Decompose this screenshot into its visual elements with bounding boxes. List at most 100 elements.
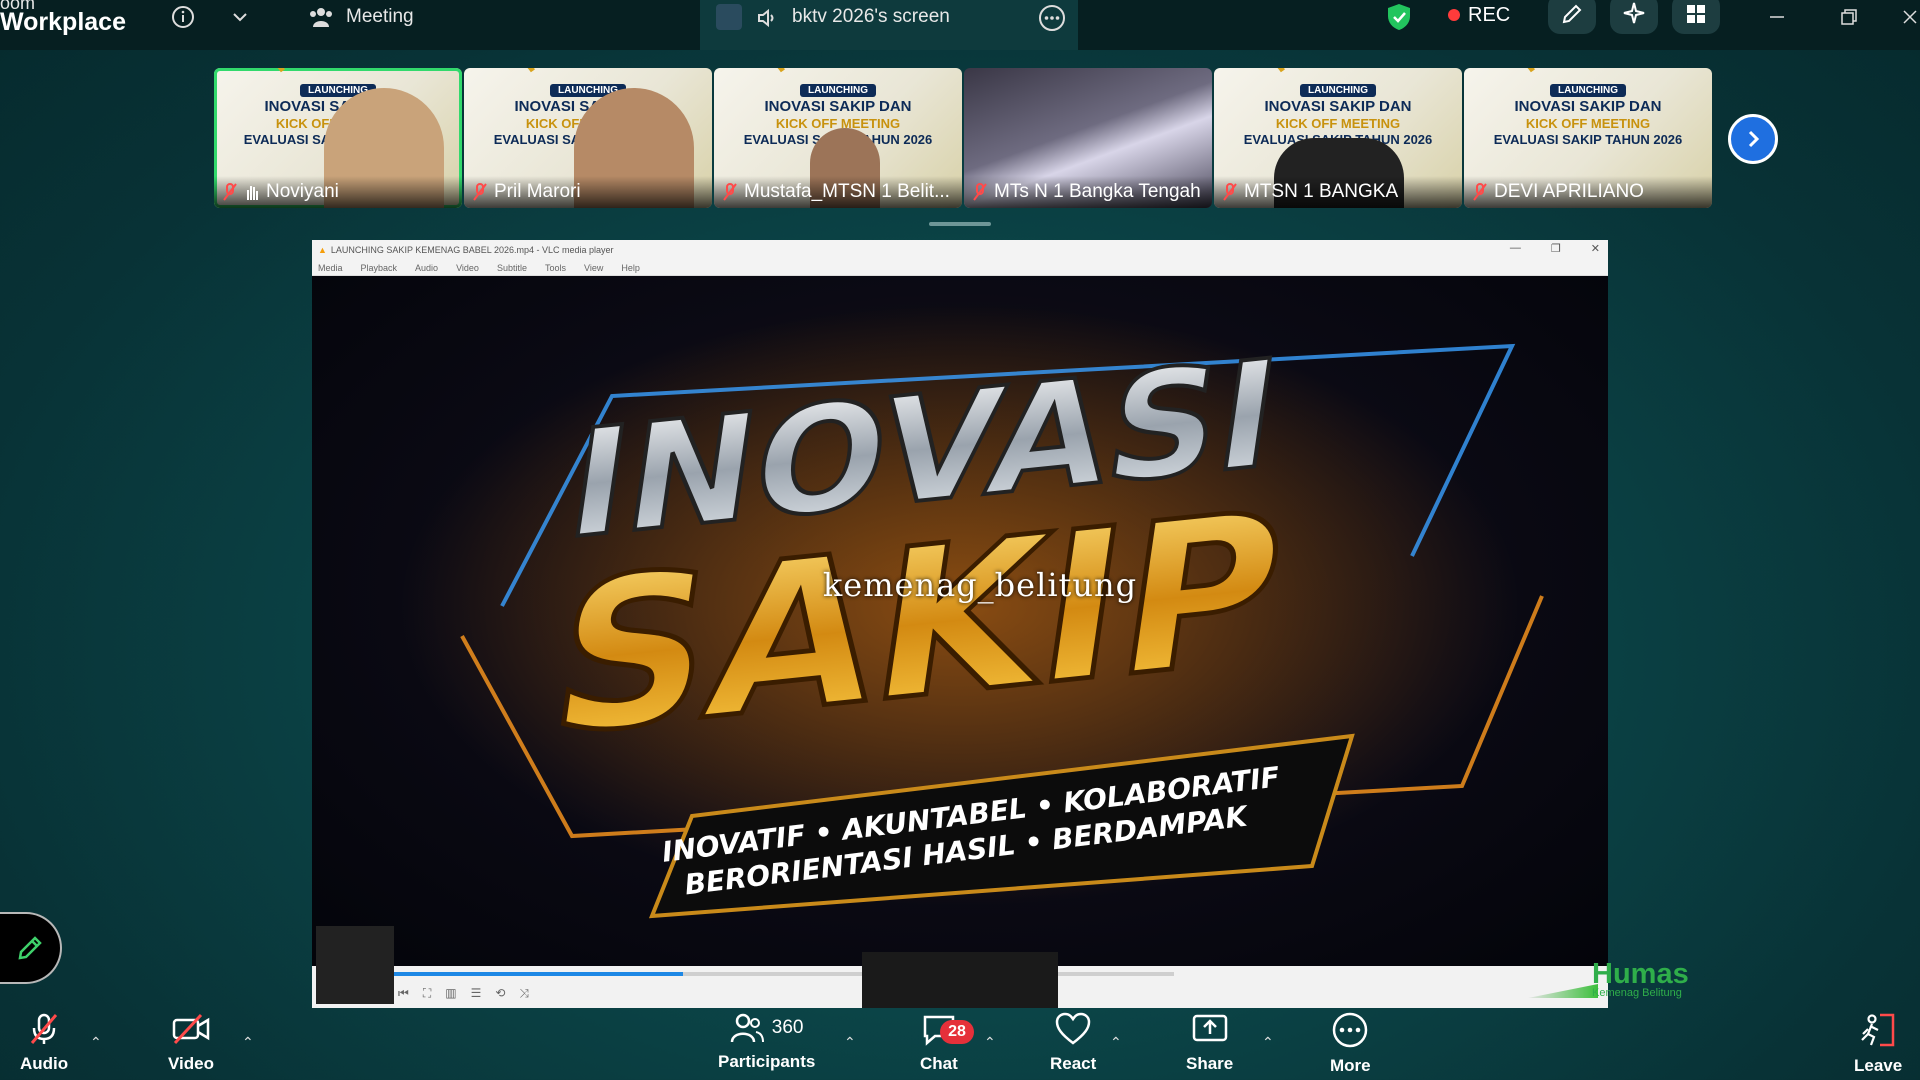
vlc-menu-video[interactable]: Video [456,263,479,273]
more-icon [1333,1012,1368,1048]
participant-name-bar: Mustafa_MTSN 1 Belit... [714,176,962,208]
participant-name: Pril Marori [494,181,581,202]
mic-muted-icon [30,1013,58,1044]
vlc-restore-icon[interactable]: ❐ [1551,242,1561,255]
banner-line3: EVALUASI SAKIP TAHUN 2026 [1493,132,1683,147]
chat-unread-badge: 28 [940,1020,974,1044]
next-page-button[interactable] [1728,114,1778,164]
vlc-minimize-icon[interactable]: — [1510,242,1521,255]
leave-icon [1861,1013,1895,1047]
banner-badge: LAUNCHING [800,84,876,97]
vlc-playlist-icon[interactable]: ☰ [471,986,482,1001]
share-label: Share [1186,1054,1234,1073]
participant-name: MTSN 1 BANGKA [1244,181,1399,202]
minimize-icon[interactable] [1764,0,1790,34]
vlc-menu-media[interactable]: Media [318,263,343,273]
vlc-volume-slider[interactable] [1528,984,1598,998]
participant-tile[interactable]: MTs N 1 Bangka Tengah [964,68,1212,208]
video-label: Video [168,1054,214,1073]
mic-muted-icon [973,183,987,201]
pencil-icon [18,936,42,960]
mic-muted-icon [473,183,487,201]
vlc-menu-audio[interactable]: Audio [415,263,438,273]
participant-name: MTs N 1 Bangka Tengah [994,181,1201,202]
apps-button[interactable] [1672,0,1720,34]
more-button[interactable]: More [1330,1012,1371,1076]
mic-muted-icon [1223,183,1237,201]
vlc-menu-help[interactable]: Help [621,263,640,273]
strip-resize-handle[interactable] [929,222,991,226]
vlc-shuffle-icon[interactable]: ⤨ [519,986,529,1001]
speaker-icon[interactable] [756,6,780,30]
close-icon[interactable] [1900,0,1920,34]
share-avatar [716,4,742,30]
participant-tile[interactable]: LAUNCHING INOVASI SAKIP DAN KICK OFF MEE… [214,68,462,208]
leave-button[interactable]: Leave [1854,1012,1902,1076]
banner-badge: LAUNCHING [1550,84,1626,97]
vlc-menu-subtitle[interactable]: Subtitle [497,263,527,273]
participants-count: 360 [771,1017,804,1038]
vlc-menu-playback[interactable]: Playback [361,263,398,273]
participant-name: Noviyani [266,181,339,202]
participant-tile[interactable]: LAUNCHING INOVASI SAKIP DAN KICK OFF MEE… [464,68,712,208]
react-label: React [1050,1054,1097,1073]
annotate-button[interactable] [1548,0,1596,34]
info-icon[interactable] [168,0,198,34]
vlc-title: LAUNCHING SAKIP KEMENAG BABEL 2026.mp4 -… [330,245,614,255]
banner-line1: INOVASI SAKIP DAN [764,98,912,115]
vlc-fullscreen-icon[interactable]: ⛶ [423,986,431,1001]
ai-companion-button[interactable] [1610,0,1658,34]
participant-tile[interactable]: LAUNCHING INOVASI SAKIP DAN KICK OFF MEE… [1464,68,1712,208]
share-screen-tab[interactable]: bktv 2026's screen [700,0,1078,50]
vlc-extended-icon[interactable]: ▥ [445,986,456,1001]
banner-line1: INOVASI SAKIP DAN [1514,98,1662,115]
participant-tile[interactable]: LAUNCHING INOVASI SAKIP DAN KICK OFF MEE… [714,68,962,208]
participant-tile[interactable]: LAUNCHING INOVASI SAKIP DAN KICK OFF MEE… [1214,68,1462,208]
share-caret-icon[interactable]: ⌃ [1262,1034,1274,1051]
vlc-close-icon[interactable]: ✕ [1591,242,1600,255]
react-caret-icon[interactable]: ⌃ [1110,1034,1122,1051]
more-icon[interactable] [1038,4,1066,32]
vlc-prev-icon[interactable]: ⏮ [398,986,409,1001]
overlay-watermark: kemenag_belitung [822,566,1138,604]
share-button[interactable]: Share [1186,1012,1233,1074]
video-caption-overlay [862,952,1058,1008]
meeting-menu[interactable]: Meeting [308,0,414,34]
annotation-pen-button[interactable] [0,912,62,984]
participants-caret-icon[interactable]: ⌃ [844,1034,856,1051]
recording-indicator[interactable]: REC [1448,0,1510,30]
participants-icon [730,1013,764,1043]
banner-line2: KICK OFF MEETING [1525,116,1651,131]
banner-line1: INOVASI SAKIP DAN [1264,98,1412,115]
vlc-menu-tools[interactable]: Tools [545,263,566,273]
vlc-menu-bar: Media Playback Audio Video Subtitle Tool… [312,260,1608,276]
chevron-right-icon [1748,130,1760,148]
banner-line2: KICK OFF MEETING [1275,116,1401,131]
pencil-icon [1562,4,1582,24]
chat-caret-icon[interactable]: ⌃ [984,1034,996,1051]
mic-muted-icon [1473,183,1487,201]
mic-muted-icon [723,183,737,201]
more-label: More [1330,1056,1371,1075]
shield-icon[interactable] [1384,0,1414,34]
brand-bottom: Workplace [0,8,126,36]
react-button[interactable]: React [1050,1012,1096,1074]
video-button[interactable]: Video [168,1012,214,1074]
video-caret-icon[interactable]: ⌃ [242,1034,254,1051]
audio-caret-icon[interactable]: ⌃ [90,1034,102,1051]
vlc-menu-view[interactable]: View [584,263,603,273]
participant-name-bar: Noviyani [214,176,462,208]
app-brand: oom Workplace [0,0,126,35]
chat-label: Chat [920,1054,958,1073]
audio-button[interactable]: Audio [20,1012,68,1074]
participant-name-bar: MTSN 1 BANGKA [1214,176,1462,208]
sparkle-icon [1623,2,1645,24]
vlc-window-controls: — ❐ ✕ [1510,242,1600,255]
vlc-loop-icon[interactable]: ⟲ [495,986,505,1001]
restore-icon[interactable] [1836,0,1862,34]
chevron-down-icon[interactable] [228,0,252,34]
participant-strip: LAUNCHING INOVASI SAKIP DAN KICK OFF MEE… [214,68,1712,208]
participant-name: DEVI APRILIANO [1494,181,1644,202]
meeting-label: Meeting [346,6,414,27]
participants-button[interactable]: 360 Participants [718,1012,815,1072]
